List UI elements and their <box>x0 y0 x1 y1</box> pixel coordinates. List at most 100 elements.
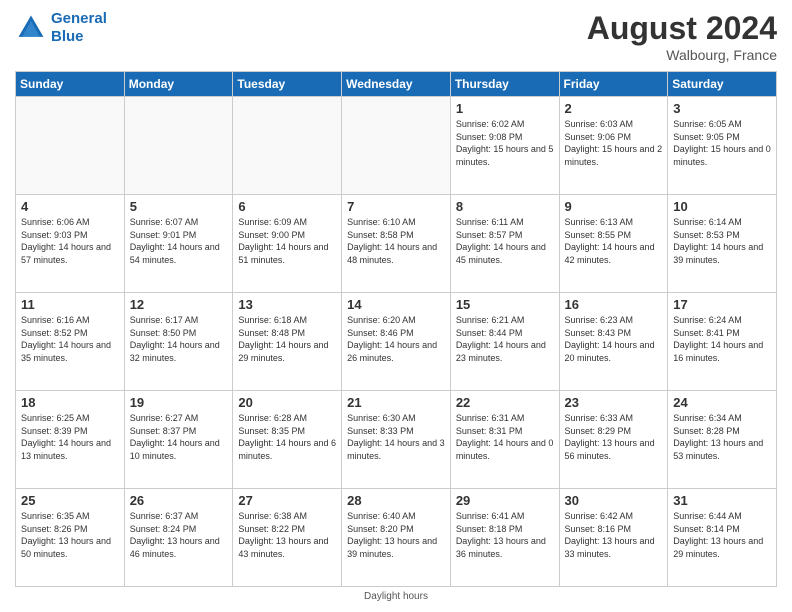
calendar-cell: 25 Sunrise: 6:35 AMSunset: 8:26 PMDayligh… <box>16 489 125 587</box>
calendar-week-4: 18 Sunrise: 6:25 AMSunset: 8:39 PMDayligh… <box>16 391 777 489</box>
logo-text: General Blue <box>51 10 107 46</box>
day-info: Sunrise: 6:11 AMSunset: 8:57 PMDaylight:… <box>456 216 554 266</box>
day-info: Sunrise: 6:40 AMSunset: 8:20 PMDaylight:… <box>347 510 445 560</box>
logo-line2: Blue <box>51 28 84 45</box>
calendar-cell: 21Sunrise: 6:30 AMSunset: 8:33 PMDayligh… <box>342 391 451 489</box>
day-number: 17 <box>673 297 771 312</box>
day-number: 10 <box>673 199 771 214</box>
day-number: 16 <box>565 297 663 312</box>
day-number: 3 <box>673 101 771 116</box>
calendar-cell: 27 Sunrise: 6:38 AMSunset: 8:22 PMDayligh… <box>233 489 342 587</box>
daylight-hours-label: Daylight hours <box>364 591 428 602</box>
day-info: Sunrise: 6:42 AMSunset: 8:16 PMDaylight:… <box>565 510 663 560</box>
day-number: 1 <box>456 101 554 116</box>
day-info: Sunrise: 6:25 AMSunset: 8:39 PMDaylight:… <box>21 412 119 462</box>
calendar-cell: 7 Sunrise: 6:10 AMSunset: 8:58 PMDaylight… <box>342 195 451 293</box>
calendar-cell: 9Sunrise: 6:13 AMSunset: 8:55 PMDaylight… <box>559 195 668 293</box>
day-number: 20 <box>238 395 336 410</box>
day-info: Sunrise: 6:23 AMSunset: 8:43 PMDaylight:… <box>565 314 663 364</box>
calendar-cell: 13Sunrise: 6:18 AMSunset: 8:48 PMDayligh… <box>233 293 342 391</box>
weekday-header-sunday: Sunday <box>16 72 125 97</box>
calendar-cell: 31 Sunrise: 6:44 AMSunset: 8:14 PMDayligh… <box>668 489 777 587</box>
day-number: 26 <box>130 493 228 508</box>
calendar-week-3: 11 Sunrise: 6:16 AMSunset: 8:52 PMDayligh… <box>16 293 777 391</box>
day-info: Sunrise: 6:16 AMSunset: 8:52 PMDaylight:… <box>21 314 119 364</box>
day-number: 7 <box>347 199 445 214</box>
day-number: 27 <box>238 493 336 508</box>
calendar-cell: 20 Sunrise: 6:28 AMSunset: 8:35 PMDayligh… <box>233 391 342 489</box>
calendar-cell: 8Sunrise: 6:11 AMSunset: 8:57 PMDaylight… <box>450 195 559 293</box>
day-number: 11 <box>21 297 119 312</box>
calendar-cell: 23 Sunrise: 6:33 AMSunset: 8:29 PMDayligh… <box>559 391 668 489</box>
weekday-header-wednesday: Wednesday <box>342 72 451 97</box>
day-number: 31 <box>673 493 771 508</box>
calendar-cell: 24 Sunrise: 6:34 AMSunset: 8:28 PMDayligh… <box>668 391 777 489</box>
day-info: Sunrise: 6:34 AMSunset: 8:28 PMDaylight:… <box>673 412 771 462</box>
day-info: Sunrise: 6:28 AMSunset: 8:35 PMDaylight:… <box>238 412 336 462</box>
logo-icon <box>15 12 47 44</box>
calendar: SundayMondayTuesdayWednesdayThursdayFrid… <box>15 71 777 587</box>
weekday-header-tuesday: Tuesday <box>233 72 342 97</box>
logo-line1: General <box>51 10 107 27</box>
weekday-header-monday: Monday <box>124 72 233 97</box>
day-info: Sunrise: 6:24 AMSunset: 8:41 PMDaylight:… <box>673 314 771 364</box>
weekday-header-thursday: Thursday <box>450 72 559 97</box>
day-number: 9 <box>565 199 663 214</box>
day-info: Sunrise: 6:03 AMSunset: 9:06 PMDaylight:… <box>565 118 663 168</box>
calendar-cell: 12 Sunrise: 6:17 AMSunset: 8:50 PMDayligh… <box>124 293 233 391</box>
calendar-cell: 10Sunrise: 6:14 AMSunset: 8:53 PMDayligh… <box>668 195 777 293</box>
footer-note: Daylight hours <box>15 591 777 602</box>
calendar-cell: 29Sunrise: 6:41 AMSunset: 8:18 PMDayligh… <box>450 489 559 587</box>
weekday-header-friday: Friday <box>559 72 668 97</box>
day-number: 13 <box>238 297 336 312</box>
day-info: Sunrise: 6:37 AMSunset: 8:24 PMDaylight:… <box>130 510 228 560</box>
day-number: 18 <box>21 395 119 410</box>
day-number: 23 <box>565 395 663 410</box>
month-title: August 2024 <box>587 10 777 47</box>
calendar-cell: 17 Sunrise: 6:24 AMSunset: 8:41 PMDayligh… <box>668 293 777 391</box>
day-info: Sunrise: 6:17 AMSunset: 8:50 PMDaylight:… <box>130 314 228 364</box>
weekday-header-saturday: Saturday <box>668 72 777 97</box>
calendar-cell <box>124 97 233 195</box>
day-info: Sunrise: 6:41 AMSunset: 8:18 PMDaylight:… <box>456 510 554 560</box>
calendar-cell: 4 Sunrise: 6:06 AMSunset: 9:03 PMDaylight… <box>16 195 125 293</box>
calendar-cell: 14Sunrise: 6:20 AMSunset: 8:46 PMDayligh… <box>342 293 451 391</box>
page: General Blue August 2024 Walbourg, Franc… <box>0 0 792 612</box>
calendar-cell: 18 Sunrise: 6:25 AMSunset: 8:39 PMDayligh… <box>16 391 125 489</box>
calendar-cell: 2 Sunrise: 6:03 AMSunset: 9:06 PMDaylight… <box>559 97 668 195</box>
day-number: 25 <box>21 493 119 508</box>
day-number: 24 <box>673 395 771 410</box>
calendar-cell: 16 Sunrise: 6:23 AMSunset: 8:43 PMDayligh… <box>559 293 668 391</box>
day-info: Sunrise: 6:07 AMSunset: 9:01 PMDaylight:… <box>130 216 228 266</box>
calendar-week-1: 1Sunrise: 6:02 AMSunset: 9:08 PMDaylight… <box>16 97 777 195</box>
calendar-header-row: SundayMondayTuesdayWednesdayThursdayFrid… <box>16 72 777 97</box>
day-info: Sunrise: 6:44 AMSunset: 8:14 PMDaylight:… <box>673 510 771 560</box>
day-info: Sunrise: 6:38 AMSunset: 8:22 PMDaylight:… <box>238 510 336 560</box>
calendar-cell: 30 Sunrise: 6:42 AMSunset: 8:16 PMDayligh… <box>559 489 668 587</box>
header: General Blue August 2024 Walbourg, Franc… <box>15 10 777 63</box>
day-info: Sunrise: 6:10 AMSunset: 8:58 PMDaylight:… <box>347 216 445 266</box>
day-info: Sunrise: 6:06 AMSunset: 9:03 PMDaylight:… <box>21 216 119 266</box>
calendar-cell <box>342 97 451 195</box>
day-info: Sunrise: 6:33 AMSunset: 8:29 PMDaylight:… <box>565 412 663 462</box>
day-number: 22 <box>456 395 554 410</box>
day-number: 30 <box>565 493 663 508</box>
calendar-cell: 5 Sunrise: 6:07 AMSunset: 9:01 PMDaylight… <box>124 195 233 293</box>
calendar-cell: 3Sunrise: 6:05 AMSunset: 9:05 PMDaylight… <box>668 97 777 195</box>
day-number: 2 <box>565 101 663 116</box>
calendar-week-5: 25 Sunrise: 6:35 AMSunset: 8:26 PMDayligh… <box>16 489 777 587</box>
calendar-cell: 26 Sunrise: 6:37 AMSunset: 8:24 PMDayligh… <box>124 489 233 587</box>
day-number: 6 <box>238 199 336 214</box>
calendar-week-2: 4 Sunrise: 6:06 AMSunset: 9:03 PMDaylight… <box>16 195 777 293</box>
day-info: Sunrise: 6:30 AMSunset: 8:33 PMDaylight:… <box>347 412 445 462</box>
day-info: Sunrise: 6:35 AMSunset: 8:26 PMDaylight:… <box>21 510 119 560</box>
day-info: Sunrise: 6:21 AMSunset: 8:44 PMDaylight:… <box>456 314 554 364</box>
calendar-cell: 6 Sunrise: 6:09 AMSunset: 9:00 PMDaylight… <box>233 195 342 293</box>
logo: General Blue <box>15 10 107 46</box>
location: Walbourg, France <box>587 47 777 63</box>
day-number: 19 <box>130 395 228 410</box>
day-number: 4 <box>21 199 119 214</box>
day-number: 12 <box>130 297 228 312</box>
day-info: Sunrise: 6:09 AMSunset: 9:00 PMDaylight:… <box>238 216 336 266</box>
day-number: 5 <box>130 199 228 214</box>
